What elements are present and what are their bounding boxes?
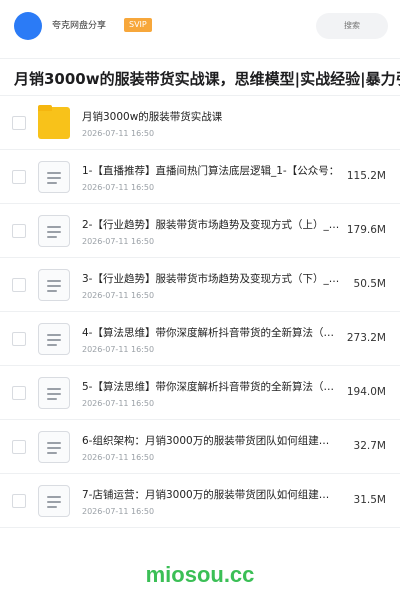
app-header: 夸克网盘分享 SVIP bbox=[0, 0, 400, 52]
watermark: miosou.cc bbox=[145, 562, 255, 587]
file-name: 月销3000w的服装带货实战课 bbox=[82, 111, 223, 123]
document-icon bbox=[38, 377, 70, 409]
file-name: 7-店铺运营：月销3000万的服装带货团队如何组建… bbox=[82, 489, 330, 501]
row-checkbox[interactable] bbox=[12, 278, 26, 292]
document-icon bbox=[38, 431, 70, 463]
file-list: 月销3000w的服装带货实战课 2026-07-11 16:50 1-【直播推荐… bbox=[0, 96, 400, 528]
svip-badge: SVIP bbox=[124, 18, 152, 32]
file-date: 2026-07-11 16:50 bbox=[82, 399, 155, 408]
file-date: 2026-07-11 16:50 bbox=[82, 291, 155, 300]
row-checkbox[interactable] bbox=[12, 170, 26, 184]
file-size: 179.6M bbox=[346, 224, 386, 236]
page-title: 月销3000w的服装带货实战课，思维模型|实战经验|暴力引 bbox=[14, 70, 400, 88]
file-row[interactable]: 3-【行业趋势】服装带货市场趋势及变现方式（下）_【公 2026-07-11 1… bbox=[0, 258, 400, 312]
document-icon bbox=[38, 215, 70, 247]
file-size: 32.7M bbox=[353, 440, 386, 452]
file-date: 2026-07-11 16:50 bbox=[82, 237, 155, 246]
row-checkbox[interactable] bbox=[12, 440, 26, 454]
file-size: 50.5M bbox=[353, 278, 386, 290]
file-date: 2026-07-11 16:50 bbox=[82, 183, 155, 192]
search-input[interactable] bbox=[316, 13, 388, 39]
file-name: 2-【行业趋势】服装带货市场趋势及变现方式（上）_【公 bbox=[82, 219, 342, 231]
file-name: 6-组织架构：月销3000万的服装带货团队如何组建… bbox=[82, 435, 330, 447]
file-date: 2026-07-11 16:50 bbox=[82, 129, 155, 138]
file-size: 273.2M bbox=[346, 332, 386, 344]
file-name: 5-【算法思维】带你深度解析抖音带货的全新算法（下） bbox=[82, 381, 342, 393]
row-checkbox[interactable] bbox=[12, 224, 26, 238]
file-date: 2026-07-11 16:50 bbox=[82, 507, 155, 516]
file-name: 4-【算法思维】带你深度解析抖音带货的全新算法（上） bbox=[82, 327, 342, 339]
file-row[interactable]: 5-【算法思维】带你深度解析抖音带货的全新算法（下） 2026-07-11 16… bbox=[0, 366, 400, 420]
user-name[interactable]: 夸克网盘分享 bbox=[52, 18, 106, 31]
document-icon bbox=[38, 485, 70, 517]
file-size: 194.0M bbox=[346, 386, 386, 398]
file-date: 2026-07-11 16:50 bbox=[82, 453, 155, 462]
row-checkbox[interactable] bbox=[12, 116, 26, 130]
file-name: 3-【行业趋势】服装带货市场趋势及变现方式（下）_【公 bbox=[82, 273, 342, 285]
row-checkbox[interactable] bbox=[12, 386, 26, 400]
file-row[interactable]: 6-组织架构：月销3000万的服装带货团队如何组建… 2026-07-11 16… bbox=[0, 420, 400, 474]
title-bar: 月销3000w的服装带货实战课，思维模型|实战经验|暴力引 bbox=[0, 58, 400, 96]
file-row[interactable]: 1-【直播推荐】直播间热门算法底层逻辑_1-【公众号： 2026-07-11 1… bbox=[0, 150, 400, 204]
row-checkbox[interactable] bbox=[12, 332, 26, 346]
file-row[interactable]: 7-店铺运营：月销3000万的服装带货团队如何组建… 2026-07-11 16… bbox=[0, 474, 400, 528]
file-date: 2026-07-11 16:50 bbox=[82, 345, 155, 354]
file-row[interactable]: 4-【算法思维】带你深度解析抖音带货的全新算法（上） 2026-07-11 16… bbox=[0, 312, 400, 366]
file-size: 115.2M bbox=[346, 170, 386, 182]
file-row[interactable]: 2-【行业趋势】服装带货市场趋势及变现方式（上）_【公 2026-07-11 1… bbox=[0, 204, 400, 258]
folder-icon bbox=[38, 105, 70, 139]
file-name: 1-【直播推荐】直播间热门算法底层逻辑_1-【公众号： bbox=[82, 165, 340, 177]
document-icon bbox=[38, 161, 70, 193]
avatar[interactable] bbox=[14, 12, 42, 40]
file-size: 31.5M bbox=[353, 494, 386, 506]
file-row[interactable]: 月销3000w的服装带货实战课 2026-07-11 16:50 bbox=[0, 96, 400, 150]
row-checkbox[interactable] bbox=[12, 494, 26, 508]
document-icon bbox=[38, 323, 70, 355]
document-icon bbox=[38, 269, 70, 301]
